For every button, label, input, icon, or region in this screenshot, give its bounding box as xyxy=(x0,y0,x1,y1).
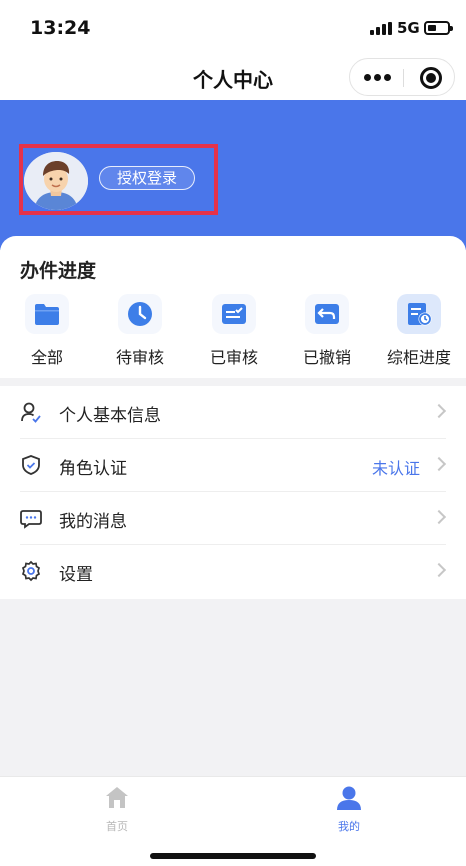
folder-icon xyxy=(25,294,69,334)
network-type: 5G xyxy=(397,19,420,37)
undo-icon xyxy=(305,294,349,334)
profile-header: 授权登录 xyxy=(0,100,466,250)
progress-item-pending[interactable]: 待审核 xyxy=(95,294,185,370)
menu-item-personal-info[interactable]: 个人基本信息 xyxy=(0,386,466,439)
chevron-right-icon xyxy=(431,562,447,578)
chevron-right-icon xyxy=(431,509,447,525)
status-bar: 13:24 5G xyxy=(0,0,466,56)
progress-label: 待审核 xyxy=(115,348,164,367)
message-icon xyxy=(20,507,42,529)
progress-item-all[interactable]: 全部 xyxy=(2,294,92,370)
capsule-divider xyxy=(403,69,404,87)
tab-bar: 首页 我的 xyxy=(0,776,466,866)
progress-section-title: 办件进度 xyxy=(20,260,97,282)
progress-label: 已审核 xyxy=(209,348,258,367)
progress-section: 办件进度 全部 待审核 已审核 已撤销 综柜进度 xyxy=(0,236,466,378)
home-indicator xyxy=(150,853,316,859)
menu-label: 角色认证 xyxy=(59,459,127,479)
progress-label: 综柜进度 xyxy=(386,348,451,367)
gear-icon xyxy=(20,560,42,582)
progress-label: 全部 xyxy=(30,348,63,367)
user-check-icon xyxy=(20,401,42,423)
tab-home[interactable]: 首页 xyxy=(77,785,157,833)
chevron-right-icon xyxy=(431,456,447,472)
tab-mine[interactable]: 我的 xyxy=(309,785,389,833)
progress-item-approved[interactable]: 已审核 xyxy=(189,294,279,370)
menu-item-messages[interactable]: 我的消息 xyxy=(0,492,466,545)
battery-icon xyxy=(424,21,453,35)
menu-label: 设置 xyxy=(59,565,93,585)
menu-item-role-auth[interactable]: 角色认证 未认证 xyxy=(0,439,466,492)
auth-status: 未认证 xyxy=(371,459,420,478)
progress-item-revoked[interactable]: 已撤销 xyxy=(282,294,372,370)
more-icon[interactable] xyxy=(364,74,392,82)
tab-label: 首页 xyxy=(106,820,128,833)
menu-item-settings[interactable]: 设置 xyxy=(0,545,466,598)
chevron-right-icon xyxy=(431,403,447,419)
shield-check-icon xyxy=(20,454,42,476)
menu-list: 个人基本信息 角色认证 未认证 我的消息 设置 xyxy=(0,386,466,599)
menu-label: 个人基本信息 xyxy=(59,406,161,426)
clock-icon xyxy=(118,294,162,334)
progress-label: 已撤销 xyxy=(302,348,351,367)
profile-icon xyxy=(336,785,362,815)
doc-clock-icon xyxy=(397,294,441,334)
close-miniprogram-icon[interactable] xyxy=(420,67,442,89)
menu-label: 我的消息 xyxy=(59,512,127,532)
home-icon xyxy=(104,785,130,815)
highlight-box xyxy=(19,144,218,215)
nav-bar: 个人中心 xyxy=(0,56,466,100)
approved-doc-icon xyxy=(212,294,256,334)
progress-item-counter[interactable]: 综柜进度 xyxy=(374,294,464,370)
signal-icon xyxy=(370,22,392,35)
tab-label: 我的 xyxy=(338,820,360,833)
status-time: 13:24 xyxy=(30,17,91,39)
mini-program-capsule xyxy=(349,58,455,96)
